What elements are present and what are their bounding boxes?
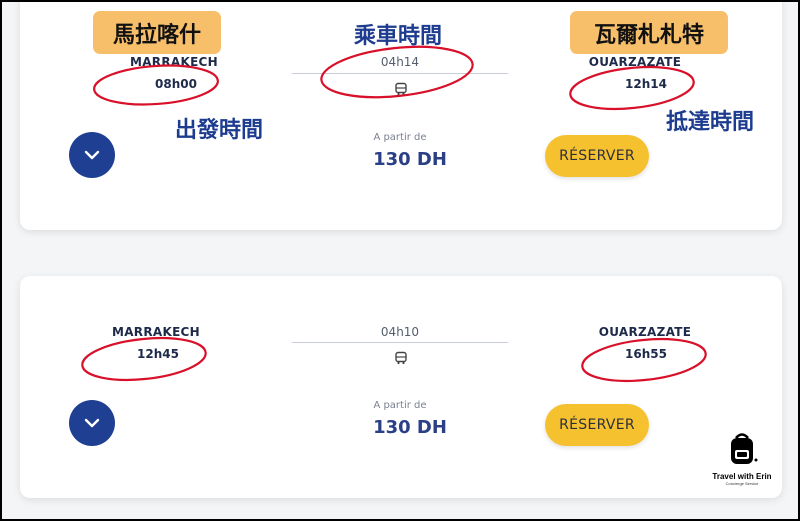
watermark-subtitle: Concierge Service (725, 481, 759, 486)
route-line (292, 73, 508, 74)
chevron-down-icon (84, 150, 100, 160)
reserve-button[interactable]: RÉSERVER (545, 135, 649, 177)
bus-icon (395, 82, 407, 96)
departure-city-tag: 馬拉喀什 (93, 11, 221, 54)
arrival-time: 16h55 (625, 347, 667, 361)
departure-city: MARRAKECH (129, 55, 219, 69)
expand-details-button[interactable] (69, 132, 115, 178)
trip-duration: 04h10 (380, 325, 420, 339)
expand-details-button[interactable] (69, 400, 115, 446)
arrival-time-annotation: 抵達時間 (666, 110, 755, 135)
arrival-city: OUARZAZATE (588, 55, 682, 69)
screenshot-frame: MARRAKECH 08h00 04h14 OUARZAZATE 12h14 A… (2, 2, 798, 519)
departure-time: 08h00 (155, 77, 197, 91)
price-from-label: A partir de (373, 400, 427, 411)
departure-time: 12h45 (137, 347, 179, 361)
departure-city: MARRAKECH (111, 325, 201, 339)
trip-price: 130 DH (373, 149, 447, 170)
trip-price: 130 DH (373, 417, 447, 438)
route-line (292, 342, 508, 343)
departure-time-annotation: 出發時間 (175, 118, 264, 143)
price-from-label: A partir de (373, 132, 427, 143)
trip-card: MARRAKECH 12h45 04h10 OUARZAZATE 16h55 A… (20, 276, 782, 498)
reserve-button[interactable]: RÉSERVER (545, 404, 649, 446)
bus-icon (395, 351, 407, 365)
chevron-down-icon (84, 418, 100, 428)
trip-duration: 04h14 (380, 55, 420, 69)
watermark-title: Travel with Erin (712, 472, 772, 481)
arrival-city: OUARZAZATE (598, 325, 692, 339)
arrival-time: 12h14 (625, 77, 667, 91)
arrival-city-tag: 瓦爾札札特 (570, 11, 728, 54)
backpack-logo-icon (731, 433, 758, 464)
travel-with-erin-logo: Travel with Erin Concierge Service (702, 430, 782, 486)
duration-annotation: 乘車時間 (354, 24, 443, 49)
